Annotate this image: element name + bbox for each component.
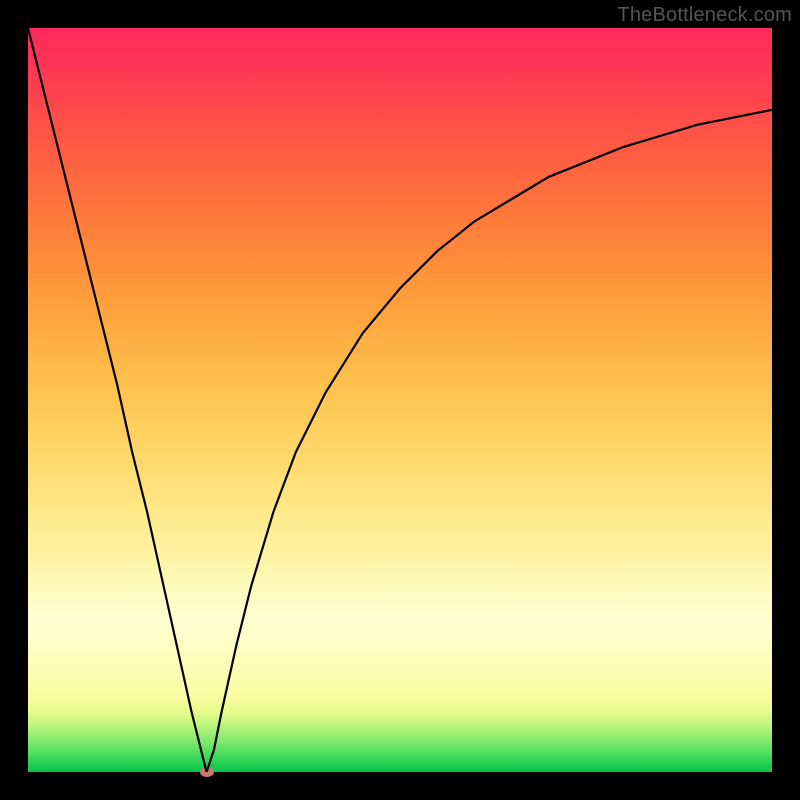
watermark-text: TheBottleneck.com: [617, 4, 792, 27]
plot-area: [28, 28, 772, 772]
curve-svg: [28, 28, 772, 772]
curve-line: [28, 28, 772, 772]
chart-frame: TheBottleneck.com: [0, 0, 800, 800]
